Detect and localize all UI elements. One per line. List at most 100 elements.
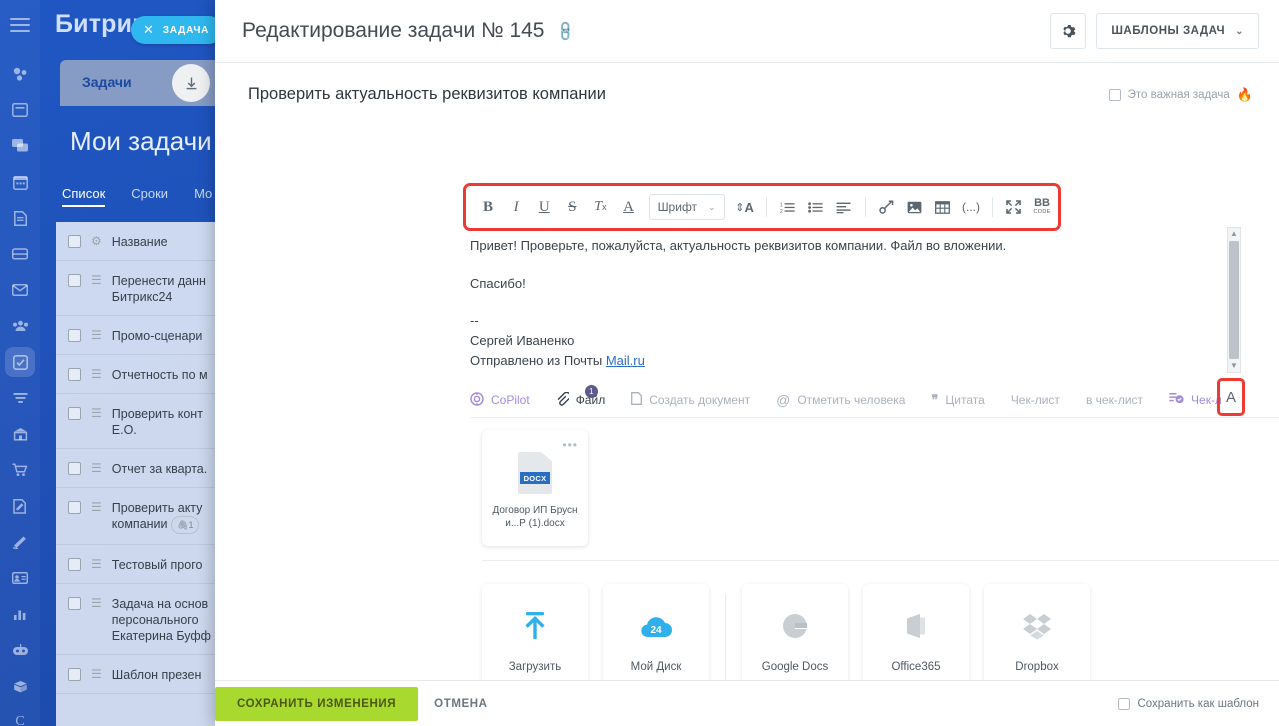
- tile-my-drive[interactable]: 24 Мой Диск: [603, 584, 709, 680]
- table-row[interactable]: ☰ Задача на основ персонального Екатерина …: [56, 584, 236, 655]
- text-color-button[interactable]: A: [616, 193, 640, 221]
- checklist-text-2[interactable]: в чек-лист: [1086, 393, 1143, 407]
- table-row[interactable]: ☰ Шаблон презен: [56, 655, 236, 694]
- funnel-icon[interactable]: [0, 380, 40, 416]
- tile-google-docs[interactable]: Google Docs: [742, 584, 848, 680]
- unordered-list-icon[interactable]: [804, 193, 828, 221]
- ordered-list-icon[interactable]: 12: [776, 193, 800, 221]
- drive-icon[interactable]: [0, 236, 40, 272]
- company-icon[interactable]: [0, 416, 40, 452]
- row-checkbox[interactable]: [68, 407, 81, 420]
- save-button[interactable]: СОХРАНИТЬ ИЗМЕНЕНИЯ: [215, 686, 419, 721]
- contact-card-icon[interactable]: [0, 560, 40, 596]
- grip-icon[interactable]: ☰: [91, 367, 102, 381]
- marketing-icon[interactable]: [0, 524, 40, 560]
- bitrix-logo-icon[interactable]: [0, 56, 40, 92]
- link-icon[interactable]: 🔗: [553, 19, 577, 43]
- font-style-button[interactable]: A: [1221, 382, 1241, 412]
- box-icon[interactable]: [0, 668, 40, 704]
- tasks-icon[interactable]: [0, 344, 40, 380]
- checklist-text-1[interactable]: Чек-лист: [1011, 393, 1060, 407]
- subtab-list[interactable]: Список: [62, 186, 106, 207]
- mail-ru-link[interactable]: Mail.ru: [606, 353, 645, 368]
- font-size-button[interactable]: ⇕ A: [733, 193, 757, 221]
- gear-icon[interactable]: ⚙: [91, 234, 102, 248]
- task-templates-button[interactable]: ШАБЛОНЫ ЗАДАЧ ⌄: [1096, 13, 1259, 49]
- tile-upload[interactable]: Загрузить: [482, 584, 588, 680]
- important-task-toggle[interactable]: Это важная задача 🔥: [1108, 87, 1253, 103]
- copilot-button[interactable]: CoPilot: [470, 391, 530, 409]
- grip-icon[interactable]: ☰: [91, 406, 102, 420]
- grip-icon[interactable]: ☰: [91, 461, 102, 475]
- row-checkbox[interactable]: [68, 597, 81, 610]
- source-code-icon[interactable]: (...): [959, 193, 983, 221]
- italic-button[interactable]: I: [504, 193, 528, 221]
- hamburger-icon[interactable]: [10, 18, 30, 32]
- row-checkbox[interactable]: [68, 274, 81, 287]
- close-icon[interactable]: ✕: [143, 22, 155, 38]
- analytics-icon[interactable]: [0, 596, 40, 632]
- task-name-field[interactable]: Проверить актуальность реквизитов компан…: [248, 85, 606, 104]
- tile-office365[interactable]: Office365: [863, 584, 969, 680]
- row-checkbox[interactable]: [68, 501, 81, 514]
- tab-tasks[interactable]: Задачи: [82, 74, 132, 90]
- shop-icon[interactable]: [0, 452, 40, 488]
- bbcode-button[interactable]: BB CODE: [1030, 193, 1054, 221]
- important-checkbox[interactable]: [1108, 88, 1121, 101]
- editor-scrollbar[interactable]: ▲ ▼: [1227, 227, 1241, 373]
- cancel-button[interactable]: ОТМЕНА: [434, 698, 487, 710]
- task-pill[interactable]: ✕ ЗАДАЧА: [131, 16, 224, 44]
- tile-dropbox[interactable]: Dropbox: [984, 584, 1090, 680]
- chat-icon[interactable]: [0, 128, 40, 164]
- row-checkbox[interactable]: [68, 329, 81, 342]
- table-row[interactable]: ☰ Отчетность по м: [56, 355, 236, 394]
- font-select[interactable]: Шрифт ⌄: [648, 194, 725, 220]
- row-checkbox[interactable]: [68, 462, 81, 475]
- grip-icon[interactable]: ☰: [91, 667, 102, 681]
- table-row[interactable]: ☰ Проверить конт Е.О.: [56, 394, 236, 449]
- table-row[interactable]: ☰ Отчет за кварта.: [56, 449, 236, 488]
- news-icon[interactable]: [0, 92, 40, 128]
- subtab-my[interactable]: Мо: [194, 186, 212, 207]
- file-menu-icon[interactable]: •••: [562, 438, 578, 452]
- automation-icon[interactable]: [0, 632, 40, 668]
- table-row[interactable]: ☰ Промо-сценари: [56, 316, 236, 355]
- grip-icon[interactable]: ☰: [91, 557, 102, 571]
- calendar-icon[interactable]: [0, 164, 40, 200]
- bold-button[interactable]: B: [476, 193, 500, 221]
- file-button[interactable]: Файл 1: [556, 384, 605, 409]
- create-document-button[interactable]: Создать документ: [631, 392, 750, 408]
- save-as-template-toggle[interactable]: Сохранить как шаблон: [1118, 697, 1259, 710]
- underline-button[interactable]: U: [532, 193, 556, 221]
- save-as-template-checkbox[interactable]: [1118, 697, 1131, 710]
- row-checkbox[interactable]: [68, 558, 81, 571]
- link-icon[interactable]: [875, 193, 899, 221]
- documents-icon[interactable]: [0, 200, 40, 236]
- c-icon[interactable]: C: [0, 704, 40, 726]
- mail-icon[interactable]: [0, 272, 40, 308]
- table-row[interactable]: ☰ Перенести данн Битрикс24: [56, 261, 236, 316]
- grip-icon[interactable]: ☰: [91, 273, 102, 287]
- attachment-card[interactable]: ••• DOCX Договор ИП Брусн и...Р (1).docx: [482, 430, 588, 546]
- settings-gear-button[interactable]: [1050, 13, 1087, 49]
- row-checkbox[interactable]: [68, 668, 81, 681]
- table-icon[interactable]: [931, 193, 955, 221]
- clear-format-button[interactable]: Tx: [588, 193, 612, 221]
- select-all-checkbox[interactable]: [68, 235, 81, 248]
- scroll-down-arrow[interactable]: ▼: [1230, 360, 1238, 372]
- download-icon[interactable]: [172, 64, 210, 102]
- grip-icon[interactable]: ☰: [91, 500, 102, 514]
- signature-icon[interactable]: [0, 488, 40, 524]
- fullscreen-icon[interactable]: [1002, 193, 1026, 221]
- table-row[interactable]: ☰ Проверить акту компании 🖇1: [56, 488, 236, 545]
- subtab-deadlines[interactable]: Сроки: [131, 186, 168, 207]
- editor-content[interactable]: Привет! Проверьте, пожалуйста, актуально…: [470, 235, 1279, 371]
- crm-contacts-icon[interactable]: [0, 308, 40, 344]
- row-checkbox[interactable]: [68, 368, 81, 381]
- mention-person-button[interactable]: @ Отметить человека: [776, 392, 905, 408]
- scroll-up-arrow[interactable]: ▲: [1230, 228, 1238, 240]
- strikethrough-button[interactable]: S: [560, 193, 584, 221]
- quote-button[interactable]: ❞ Цитата: [931, 392, 984, 408]
- align-icon[interactable]: [832, 193, 856, 221]
- grip-icon[interactable]: ☰: [91, 328, 102, 342]
